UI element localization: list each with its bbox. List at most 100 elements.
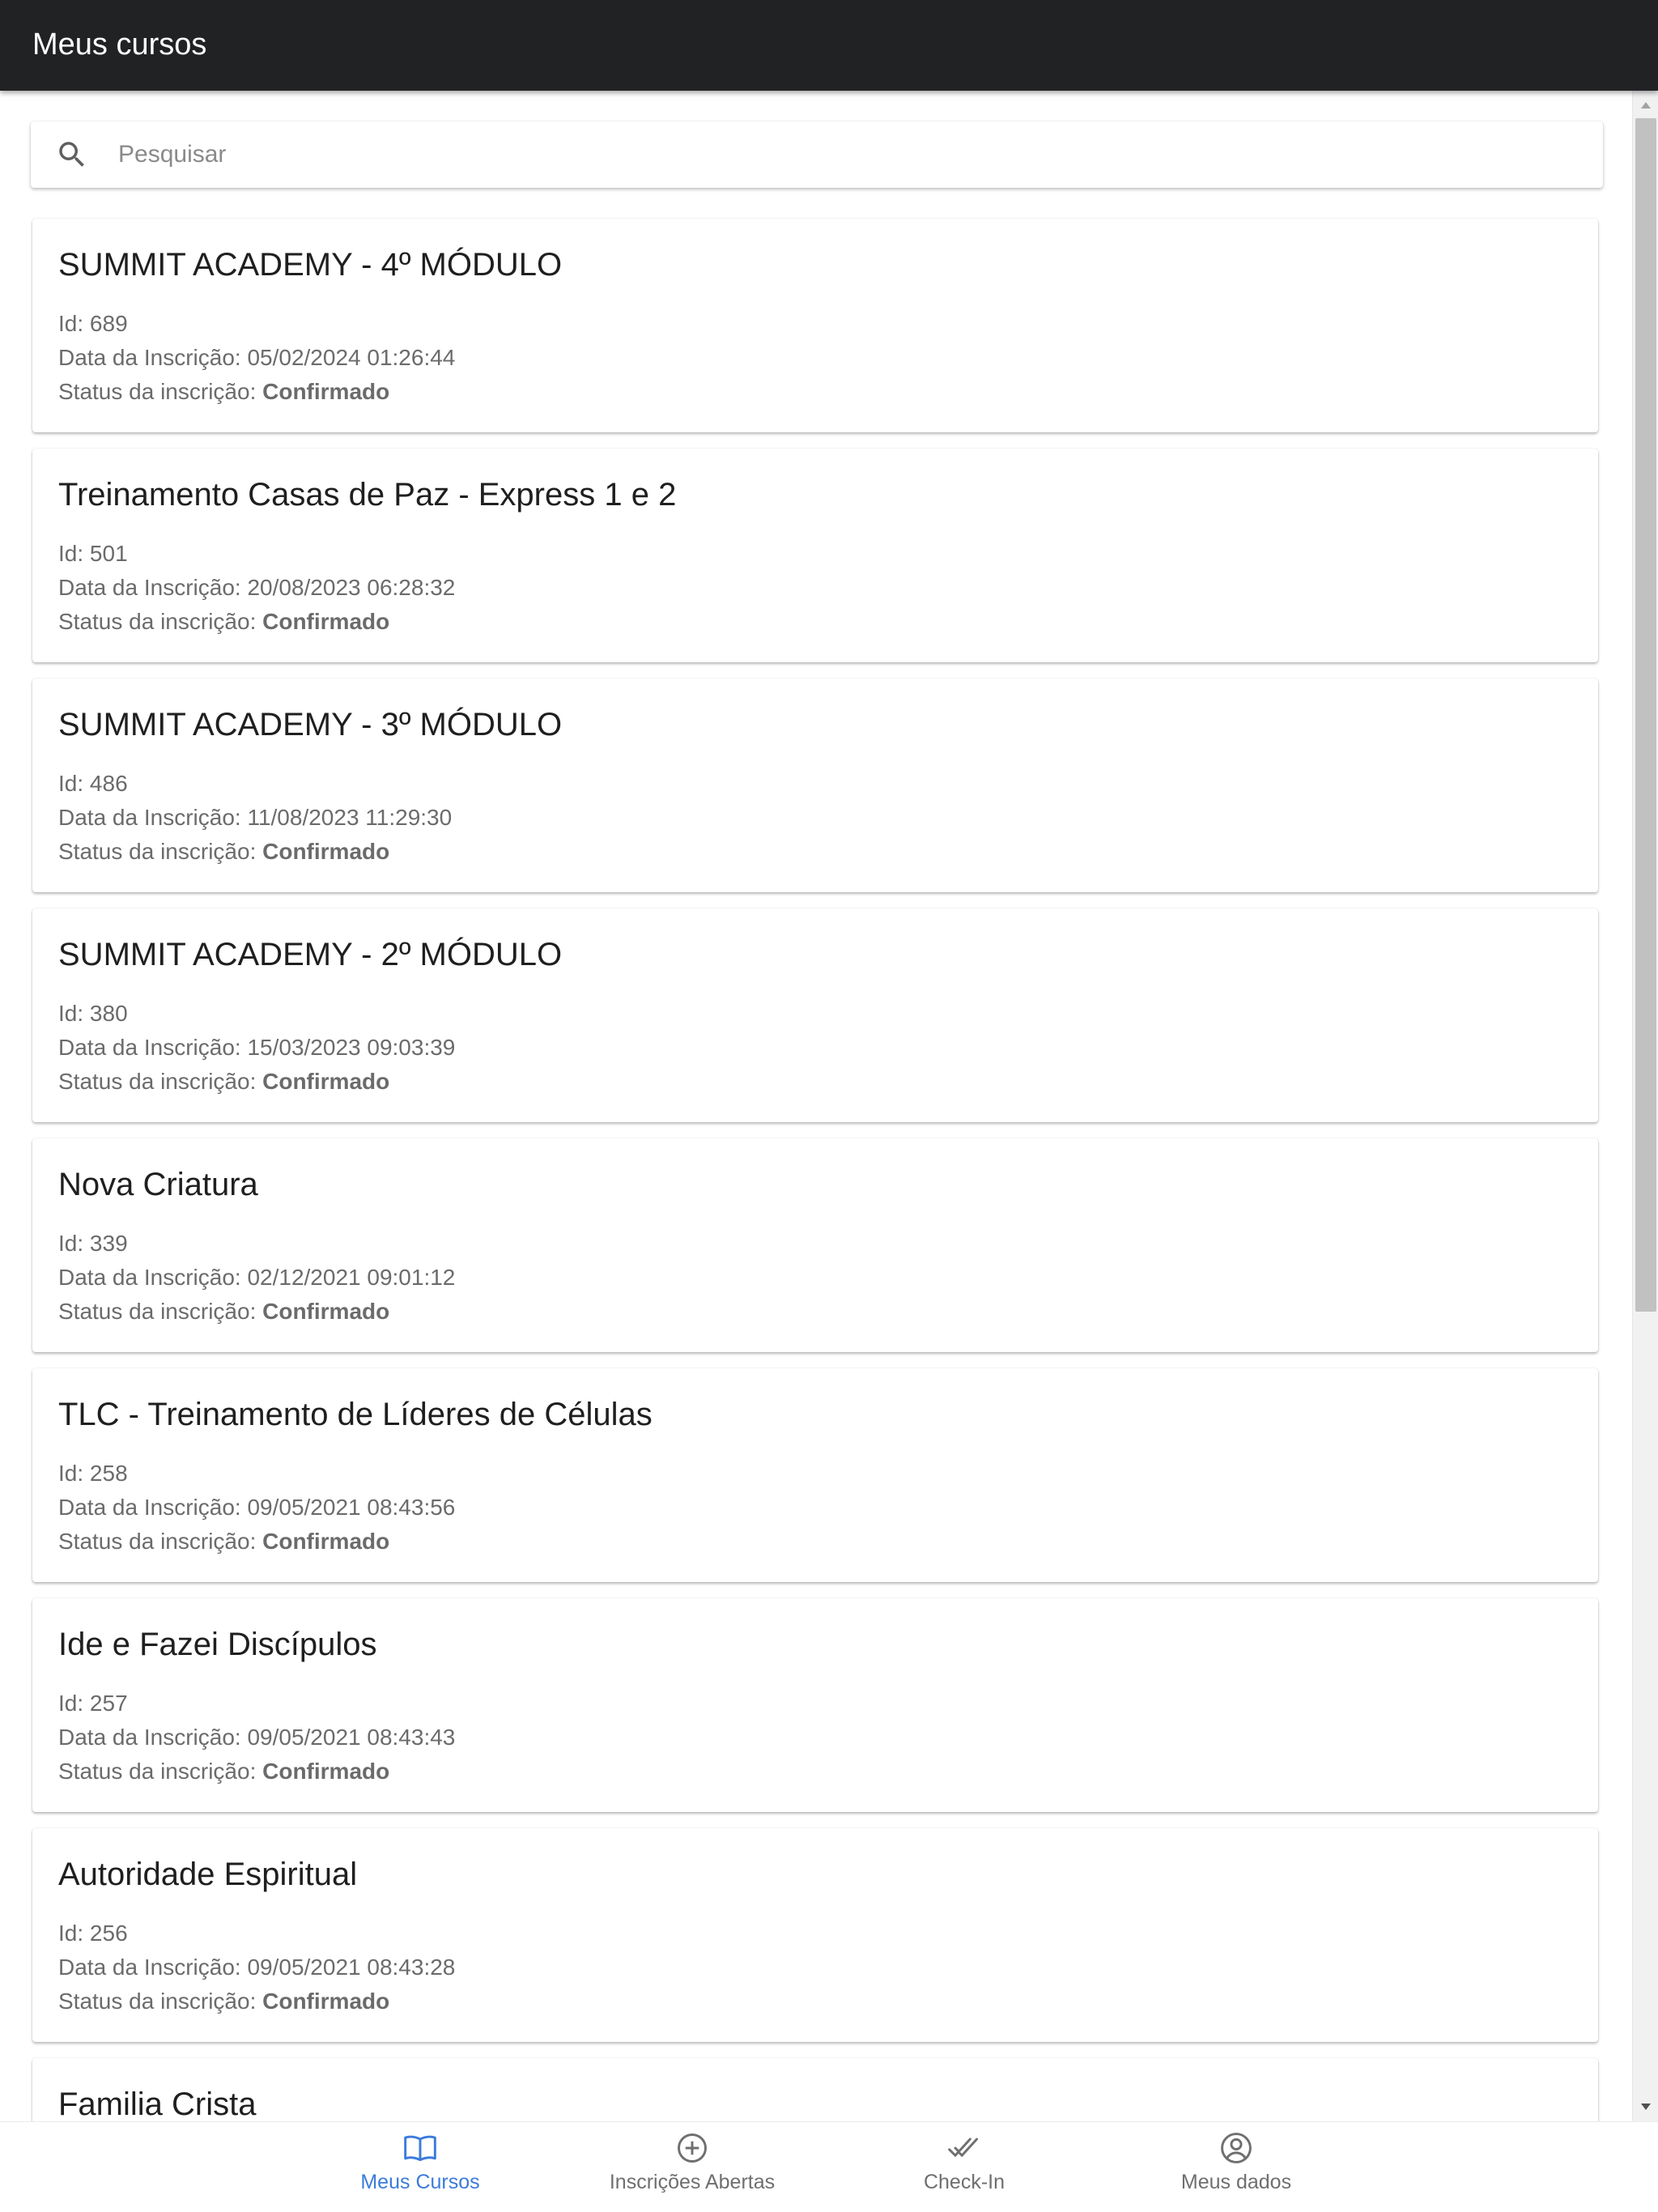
id-value: 689	[89, 311, 128, 336]
id-label: Id:	[58, 771, 90, 796]
vertical-scrollbar[interactable]	[1632, 91, 1658, 2121]
nav-meus-cursos[interactable]: Meus Cursos	[315, 2130, 525, 2208]
id-value: 257	[89, 1691, 128, 1716]
search-bar[interactable]	[31, 121, 1603, 188]
course-status: Status da inscrição: Confirmado	[58, 1527, 389, 1556]
course-date: Data da Inscrição: 09/05/2021 08:43:56	[58, 1493, 455, 1522]
status-value: Confirmado	[262, 609, 390, 634]
course-card[interactable]: Nova Criatura Id: 339 Data da Inscrição:…	[32, 1138, 1598, 1352]
bottom-navigation: Meus Cursos Inscrições Abertas Check-In	[0, 2121, 1658, 2212]
status-label: Status da inscrição:	[58, 839, 263, 864]
course-date: Data da Inscrição: 20/08/2023 06:28:32	[58, 573, 455, 602]
course-id: Id: 380	[58, 999, 128, 1028]
status-label: Status da inscrição:	[58, 1989, 263, 2014]
course-title: Nova Criatura	[58, 1167, 258, 1202]
course-id: Id: 256	[58, 1919, 128, 1948]
book-open-icon	[402, 2130, 438, 2166]
status-value: Confirmado	[262, 1759, 390, 1784]
id-value: 501	[89, 541, 128, 566]
status-value: Confirmado	[262, 1529, 390, 1554]
course-card[interactable]: SUMMIT ACADEMY - 2º MÓDULO Id: 380 Data …	[32, 908, 1598, 1122]
id-label: Id:	[58, 541, 90, 566]
course-list: SUMMIT ACADEMY - 4º MÓDULO Id: 689 Data …	[32, 219, 1598, 2121]
id-value: 256	[89, 1921, 128, 1946]
date-value: 15/03/2023 09:03:39	[247, 1035, 456, 1060]
status-value: Confirmado	[262, 1069, 390, 1094]
course-title: TLC - Treinamento de Líderes de Células	[58, 1397, 653, 1432]
course-list-container[interactable]: SUMMIT ACADEMY - 4º MÓDULO Id: 689 Data …	[0, 91, 1632, 2121]
nav-label: Meus Cursos	[360, 2171, 480, 2193]
date-label: Data da Inscrição:	[58, 1265, 248, 1290]
status-value: Confirmado	[262, 839, 390, 864]
date-value: 05/02/2024 01:26:44	[247, 345, 456, 370]
scroll-up-arrow-icon[interactable]	[1633, 94, 1658, 117]
course-title: Treinamento Casas de Paz - Express 1 e 2	[58, 477, 677, 513]
id-label: Id:	[58, 1231, 90, 1256]
course-title: Familia Crista	[58, 2087, 257, 2121]
account-circle-icon	[1218, 2130, 1254, 2166]
scrollbar-thumb[interactable]	[1635, 118, 1656, 1312]
nav-label: Meus dados	[1180, 2171, 1292, 2193]
date-value: 09/05/2021 08:43:28	[247, 1955, 456, 1980]
status-label: Status da inscrição:	[58, 1759, 263, 1784]
date-label: Data da Inscrição:	[58, 1955, 248, 1980]
nav-label: Inscrições Abertas	[609, 2171, 776, 2193]
search-input[interactable]	[118, 133, 1575, 177]
date-value: 20/08/2023 06:28:32	[247, 575, 456, 600]
course-id: Id: 257	[58, 1689, 128, 1718]
date-value: 11/08/2023 11:29:30	[247, 805, 453, 830]
course-status: Status da inscrição: Confirmado	[58, 1067, 389, 1096]
date-label: Data da Inscrição:	[58, 575, 248, 600]
course-title: SUMMIT ACADEMY - 2º MÓDULO	[58, 937, 563, 972]
id-value: 258	[89, 1461, 128, 1486]
status-label: Status da inscrição:	[58, 1529, 263, 1554]
nav-inscricoes-abertas[interactable]: Inscrições Abertas	[587, 2130, 797, 2208]
course-id: Id: 339	[58, 1229, 128, 1258]
course-id: Id: 486	[58, 769, 128, 798]
status-value: Confirmado	[262, 1989, 390, 2014]
status-label: Status da inscrição:	[58, 1299, 263, 1324]
course-title: Ide e Fazei Discípulos	[58, 1627, 377, 1662]
date-label: Data da Inscrição:	[58, 345, 248, 370]
date-label: Data da Inscrição:	[58, 1725, 248, 1750]
nav-check-in[interactable]: Check-In	[859, 2130, 1069, 2208]
course-card[interactable]: Autoridade Espiritual Id: 256 Data da In…	[32, 1828, 1598, 2042]
course-card[interactable]: Familia Crista	[32, 2058, 1598, 2121]
date-value: 02/12/2021 09:01:12	[247, 1265, 456, 1290]
id-value: 486	[89, 771, 128, 796]
course-status: Status da inscrição: Confirmado	[58, 1757, 389, 1786]
course-date: Data da Inscrição: 05/02/2024 01:26:44	[58, 343, 455, 372]
course-status: Status da inscrição: Confirmado	[58, 377, 389, 406]
page-title: Meus cursos	[32, 28, 207, 62]
course-status: Status da inscrição: Confirmado	[58, 1987, 389, 2016]
date-value: 09/05/2021 08:43:56	[247, 1495, 456, 1520]
course-date: Data da Inscrição: 09/05/2021 08:43:28	[58, 1953, 455, 1982]
course-id: Id: 501	[58, 539, 128, 568]
course-card[interactable]: Ide e Fazei Discípulos Id: 257 Data da I…	[32, 1598, 1598, 1812]
add-circle-icon	[674, 2130, 710, 2166]
nav-meus-dados[interactable]: Meus dados	[1131, 2130, 1341, 2208]
course-card[interactable]: SUMMIT ACADEMY - 4º MÓDULO Id: 689 Data …	[32, 219, 1598, 432]
status-label: Status da inscrição:	[58, 379, 263, 404]
course-card[interactable]: SUMMIT ACADEMY - 3º MÓDULO Id: 486 Data …	[32, 678, 1598, 892]
course-date: Data da Inscrição: 09/05/2021 08:43:43	[58, 1723, 455, 1752]
course-title: SUMMIT ACADEMY - 4º MÓDULO	[58, 247, 563, 283]
id-label: Id:	[58, 1691, 90, 1716]
scroll-down-arrow-icon[interactable]	[1633, 2095, 1658, 2118]
double-check-icon	[946, 2130, 982, 2166]
id-label: Id:	[58, 1001, 90, 1026]
date-label: Data da Inscrição:	[58, 1495, 248, 1520]
course-card[interactable]: TLC - Treinamento de Líderes de Células …	[32, 1368, 1598, 1582]
date-label: Data da Inscrição:	[58, 805, 248, 830]
search-icon	[59, 142, 84, 167]
status-value: Confirmado	[262, 1299, 390, 1324]
id-label: Id:	[58, 311, 90, 336]
course-title: SUMMIT ACADEMY - 3º MÓDULO	[58, 707, 563, 742]
status-label: Status da inscrição:	[58, 609, 263, 634]
course-status: Status da inscrição: Confirmado	[58, 607, 389, 636]
course-status: Status da inscrição: Confirmado	[58, 837, 389, 866]
id-label: Id:	[58, 1921, 90, 1946]
nav-label: Check-In	[923, 2171, 1005, 2193]
course-card[interactable]: Treinamento Casas de Paz - Express 1 e 2…	[32, 449, 1598, 662]
course-date: Data da Inscrição: 15/03/2023 09:03:39	[58, 1033, 455, 1062]
